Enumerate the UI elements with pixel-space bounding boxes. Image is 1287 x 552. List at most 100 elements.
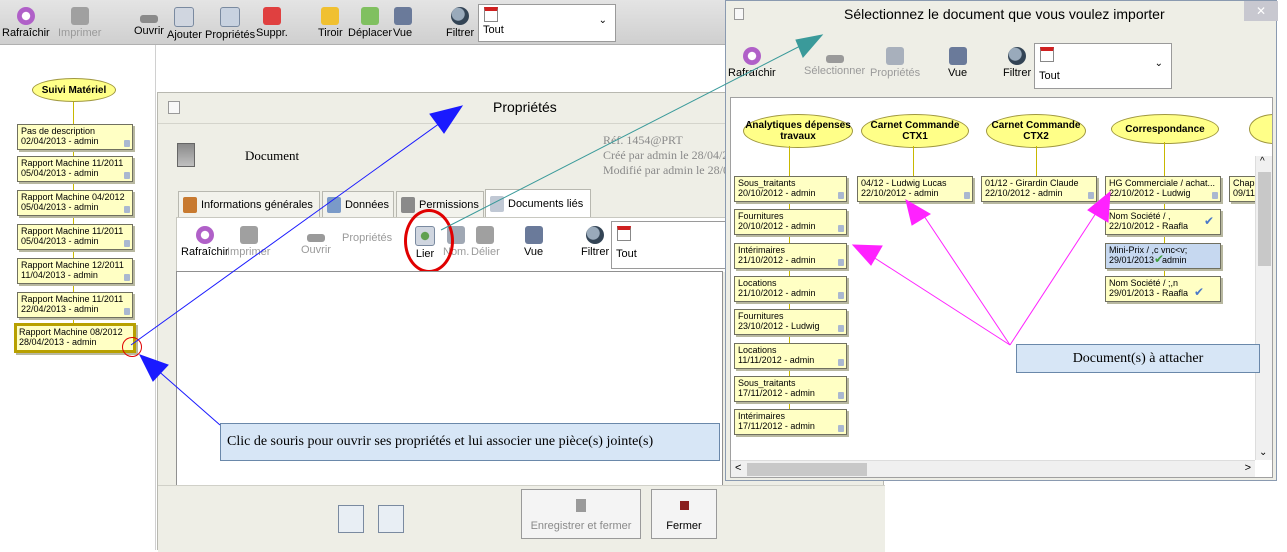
scroll-left-arrow[interactable]: < [735, 462, 741, 474]
document-card[interactable]: Locations 11/11/2012 - admin [734, 343, 847, 369]
tab-general-info[interactable]: Informations générales [178, 191, 320, 217]
document-card[interactable]: Intérimaires 21/10/2012 - admin [734, 243, 847, 269]
document-tree-canvas: Analytiques dépenses travaux Carnet Comm… [730, 97, 1273, 478]
scroll-down-arrow[interactable]: ⌄ [1259, 447, 1267, 458]
document-card[interactable]: Nom Société / , 22/10/2012 - Raafla ✔ [1105, 209, 1221, 235]
select-icon [825, 55, 844, 63]
properties-button[interactable]: Propriétés [870, 47, 920, 79]
refresh-icon [16, 7, 35, 25]
view-button[interactable]: Vue [524, 226, 543, 258]
document-card[interactable]: Locations 21/10/2012 - admin [734, 276, 847, 302]
tree-item[interactable]: Rapport Machine 11/2011 05/04/2013 - admi… [17, 156, 133, 182]
print-button[interactable]: Imprimer [227, 226, 270, 258]
drawer-button[interactable]: Tiroir [318, 7, 343, 39]
refresh-icon [742, 47, 761, 65]
column-header[interactable]: Analytiques dépenses travaux [743, 114, 853, 148]
chevron-down-icon: ⌄ [598, 15, 607, 26]
view-button[interactable]: Vue [948, 47, 967, 79]
drawer-icon [321, 7, 340, 25]
calendar-icon [617, 226, 631, 241]
open-button[interactable]: Ouvrir [301, 226, 331, 256]
close-button[interactable]: Fermer [651, 489, 717, 539]
scroll-thumb[interactable] [747, 463, 867, 476]
add-button[interactable]: Ajouter [167, 7, 202, 41]
scroll-up-arrow[interactable]: ^ [1260, 156, 1265, 167]
properties-title: Propriétés [493, 99, 557, 115]
modified-label: Modifié par admin le 28/0 [603, 163, 729, 177]
tree-item[interactable]: Rapport Machine 04/2012 05/04/2013 - admi… [17, 190, 133, 216]
tree-item[interactable]: Rapport Machine 12/2011 11/04/2013 - admi… [17, 258, 133, 284]
vertical-scrollbar[interactable]: ^ ⌄ [1255, 156, 1272, 460]
refresh-icon [195, 226, 214, 244]
delete-button[interactable]: Suppr. [256, 7, 288, 39]
document-card[interactable]: Fournitures 23/10/2012 - Ludwig [734, 309, 847, 335]
scroll-right-arrow[interactable]: > [1245, 462, 1251, 474]
document-card[interactable]: Nom Société / ;,n 29/01/2013 - Raafla ✔ [1105, 276, 1221, 302]
document-card[interactable]: Sous_traitants 20/10/2012 - admin [734, 176, 847, 202]
select-button[interactable]: Sélectionner [804, 47, 865, 77]
main-toolbar: Rafraîchir Imprimer Ouvrir Ajouter Propr… [0, 0, 730, 45]
tab-bar: Informations générales Données Permissio… [178, 189, 738, 217]
properties-button[interactable]: Propriétés [205, 7, 255, 41]
lock-icon [401, 196, 415, 213]
link-highlight-circle [404, 209, 454, 273]
print-icon [70, 7, 89, 25]
document-card[interactable]: 01/12 - Girardin Claude 22/10/2012 - admi… [981, 176, 1097, 202]
move-button[interactable]: Déplacer [348, 7, 392, 39]
refresh-button[interactable]: Rafraîchir [2, 7, 50, 39]
column-header[interactable]: Carnet Commande CTX2 [986, 114, 1086, 148]
tab-linked-documents[interactable]: Documents liés [485, 189, 591, 217]
window-icon [734, 8, 744, 20]
view-icon [948, 47, 967, 65]
properties-icon [886, 47, 905, 65]
unlink-icon [476, 226, 495, 244]
document-card[interactable]: HG Commerciale / achat... 22/10/2012 - Lu… [1105, 176, 1221, 202]
save-close-button[interactable]: Enregistrer et fermer [521, 489, 641, 539]
close-icon [679, 501, 689, 510]
view-icon [393, 7, 412, 25]
close-window-button[interactable]: ✕ [1244, 1, 1278, 21]
document-card-selected[interactable]: Mini-Prix / ,c vnc<v; 29/01/2013 - admin ✔ [1105, 243, 1221, 269]
open-button[interactable]: Ouvrir [134, 7, 164, 37]
unlink-button[interactable]: Délier [471, 226, 500, 258]
view-button[interactable]: Vue [393, 7, 412, 39]
refresh-button[interactable]: Rafraîchir [728, 47, 776, 79]
data-icon [327, 196, 341, 213]
refresh-button[interactable]: Rafraîchir [181, 226, 229, 258]
column-header[interactable]: Carnet Commande CTX1 [861, 114, 969, 148]
checkmark-icon: ✔ [1193, 285, 1204, 299]
linked-docs-toolbar: Rafraîchir Imprimer Ouvrir Propriétés Li… [176, 217, 738, 272]
document-card[interactable]: Sous_traitants 17/11/2012 - admin [734, 376, 847, 402]
document-card[interactable]: 04/12 - Ludwig Lucas 22/10/2012 - admin [857, 176, 973, 202]
filter-button[interactable]: Filtrer [1003, 47, 1031, 79]
tree-item[interactable]: Rapport Machine 11/2011 22/04/2013 - admi… [17, 292, 133, 318]
horizontal-scrollbar[interactable]: < > [731, 460, 1255, 477]
tree-item[interactable]: Rapport Machine 11/2011 05/04/2013 - admi… [17, 224, 133, 250]
next-document-icon[interactable] [378, 505, 404, 533]
window-icon [168, 101, 180, 114]
filter-select[interactable]: Tout ⌄ [478, 4, 616, 42]
attach-callout: Document(s) à attacher [1016, 344, 1260, 373]
print-button[interactable]: Imprimer [58, 7, 101, 39]
filter-button[interactable]: Filtrer [446, 7, 474, 39]
document-card[interactable]: Fournitures 20/10/2012 - admin [734, 209, 847, 235]
calendar-icon [484, 7, 498, 22]
move-icon [361, 7, 380, 25]
filter-button[interactable]: Filtrer [581, 226, 609, 258]
scroll-thumb[interactable] [1258, 172, 1271, 266]
tree-root-node[interactable]: Suivi Matériel [32, 78, 116, 102]
filter-icon [1008, 47, 1027, 65]
tree-item-selected[interactable]: Rapport Machine 08/2012 28/04/2013 - admi… [14, 323, 136, 353]
document-card[interactable]: Intérimaires 17/11/2012 - admin [734, 409, 847, 435]
column-header[interactable]: Correspondance [1111, 114, 1219, 144]
filter-select[interactable]: Tout ⌄ [1034, 43, 1172, 89]
properties-button[interactable]: Propriétés [342, 232, 392, 244]
tree-item[interactable]: Pas de description 02/04/2013 - admin [17, 124, 133, 150]
previous-document-icon[interactable] [338, 505, 364, 533]
delete-icon [262, 7, 281, 25]
info-icon [183, 196, 197, 213]
filter-icon [451, 7, 470, 25]
filter-select[interactable]: Tout [611, 221, 737, 269]
print-icon [239, 226, 258, 244]
tab-data[interactable]: Données [322, 191, 394, 217]
